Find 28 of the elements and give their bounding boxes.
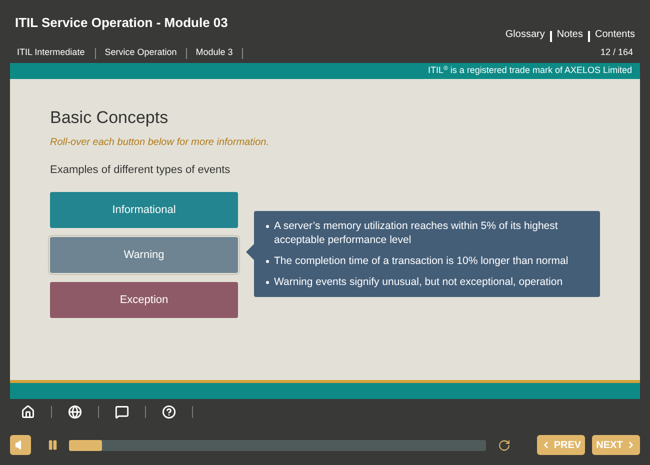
help-icon[interactable] bbox=[162, 405, 176, 419]
event-type-button[interactable]: Warning bbox=[50, 237, 238, 273]
event-type-button[interactable]: Informational bbox=[50, 192, 238, 228]
breadcrumb: Module 3 bbox=[194, 46, 234, 60]
event-type-button[interactable]: Exception bbox=[50, 282, 238, 318]
bullet-icon bbox=[266, 260, 269, 263]
home-icon[interactable] bbox=[21, 405, 35, 419]
breadcrumb: ITIL Intermediate bbox=[17, 46, 86, 60]
callout-item: Warning events signify unusual, but not exceptional, operation bbox=[274, 275, 563, 289]
trademark-notice: ITIL$^{®}$ is a registered trade mark of AXELOS Limited bbox=[428, 64, 632, 78]
callout-item: A server’s memory utilization reaches within 5% of its highest acceptable performance level bbox=[274, 219, 559, 247]
bullet-icon bbox=[266, 225, 269, 228]
course-title: ITIL Service Operation - Module 03 bbox=[15, 14, 228, 32]
breadcrumb: Service Operation bbox=[104, 46, 178, 60]
header-link[interactable]: Contents bbox=[594, 27, 635, 42]
instruction-text: Roll-over each button below for more information. bbox=[50, 136, 270, 150]
callout-item: The completion time of a transaction is 10% longer than normal bbox=[274, 254, 568, 268]
page-counter: 12 / 164 bbox=[600, 46, 633, 60]
sound-button[interactable] bbox=[10, 435, 32, 455]
slide-subtitle: Examples of different types of events bbox=[50, 162, 232, 178]
header-link[interactable]: Glossary bbox=[505, 27, 545, 42]
pause-icon[interactable] bbox=[47, 439, 59, 451]
globe-icon[interactable] bbox=[68, 405, 82, 419]
header-link[interactable]: Notes bbox=[556, 27, 583, 42]
bullet-icon bbox=[266, 281, 269, 284]
slide-title: Basic Concepts bbox=[50, 107, 170, 129]
chat-bubbles-icon[interactable] bbox=[115, 405, 129, 419]
replay-icon[interactable] bbox=[498, 438, 511, 452]
